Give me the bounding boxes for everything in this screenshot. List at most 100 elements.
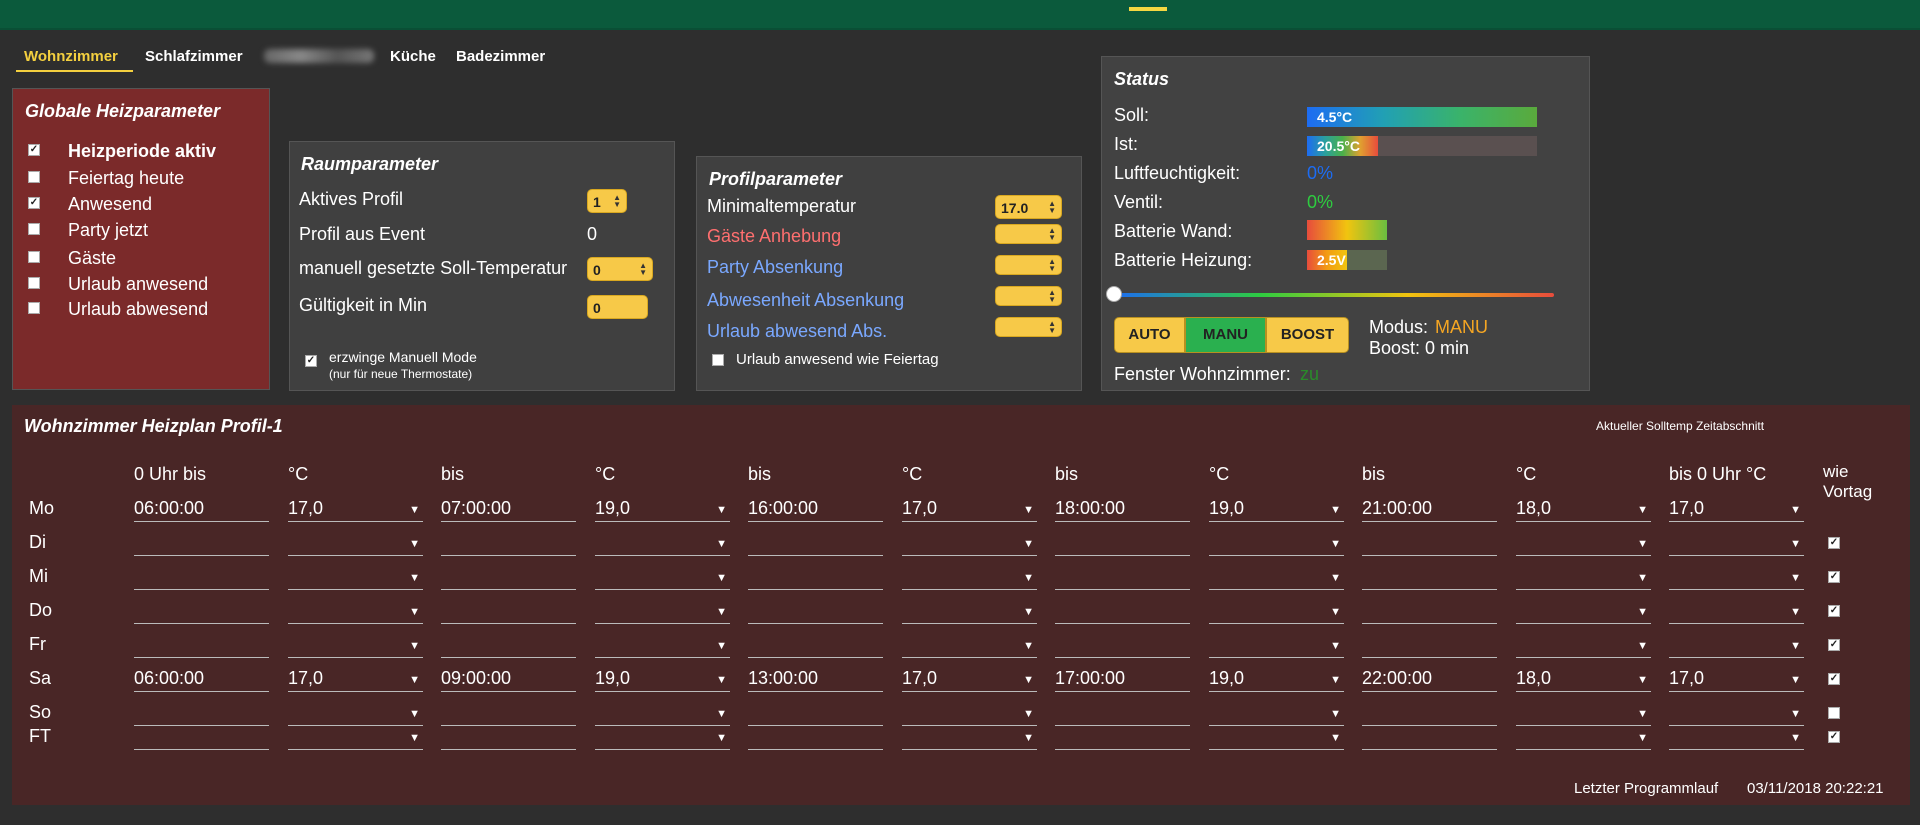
schedule-temp-select[interactable]: ▼: [1669, 702, 1804, 726]
vacation-holiday-checkbox[interactable]: [712, 354, 724, 366]
tab-kueche[interactable]: Küche: [390, 48, 436, 65]
schedule-temp-select[interactable]: ▼: [595, 634, 730, 658]
schedule-time-input[interactable]: [1055, 726, 1190, 750]
active-profile-select[interactable]: 1 ▲ ▼: [587, 189, 627, 213]
schedule-temp-select[interactable]: ▼: [902, 532, 1037, 556]
schedule-time-input[interactable]: [748, 566, 883, 590]
schedule-time-input[interactable]: [1362, 702, 1497, 726]
force-manual-checkbox[interactable]: ✓: [305, 355, 317, 367]
schedule-temp-select[interactable]: ▼: [902, 566, 1037, 590]
same-as-previous-day-checkbox[interactable]: ✓: [1828, 571, 1840, 583]
absence-lower-select[interactable]: ▲ ▼: [995, 286, 1062, 306]
schedule-time-input[interactable]: [134, 566, 269, 590]
global-param-checkbox[interactable]: ✓: [28, 197, 40, 209]
party-lower-select[interactable]: ▲ ▼: [995, 255, 1062, 275]
schedule-temp-select[interactable]: ▼: [1209, 702, 1344, 726]
schedule-time-input[interactable]: 18:00:00: [1055, 498, 1190, 522]
global-param-checkbox[interactable]: [28, 251, 40, 263]
blurred-tab[interactable]: [264, 49, 374, 63]
schedule-time-input[interactable]: [1362, 532, 1497, 556]
boost-button[interactable]: BOOST: [1266, 317, 1349, 353]
same-as-previous-day-checkbox[interactable]: ✓: [1828, 673, 1840, 685]
schedule-temp-select[interactable]: ▼: [1516, 726, 1651, 750]
same-as-previous-day-checkbox[interactable]: [1828, 707, 1840, 719]
schedule-time-input[interactable]: [1362, 600, 1497, 624]
schedule-time-input[interactable]: [1055, 634, 1190, 658]
schedule-time-input[interactable]: [1055, 532, 1190, 556]
schedule-time-input[interactable]: [441, 702, 576, 726]
global-param-checkbox[interactable]: [28, 302, 40, 314]
schedule-temp-select[interactable]: ▼: [1669, 726, 1804, 750]
schedule-time-input[interactable]: [134, 634, 269, 658]
schedule-time-input[interactable]: 07:00:00: [441, 498, 576, 522]
schedule-time-input[interactable]: 21:00:00: [1362, 498, 1497, 522]
schedule-time-input[interactable]: [134, 532, 269, 556]
schedule-temp-select[interactable]: ▼: [1669, 634, 1804, 658]
schedule-temp-select[interactable]: ▼: [1209, 726, 1344, 750]
same-as-previous-day-checkbox[interactable]: ✓: [1828, 605, 1840, 617]
schedule-temp-select[interactable]: ▼: [902, 726, 1037, 750]
schedule-time-input[interactable]: [134, 600, 269, 624]
schedule-temp-select[interactable]: ▼: [288, 566, 423, 590]
schedule-temp-select[interactable]: ▼: [902, 702, 1037, 726]
schedule-temp-select[interactable]: ▼: [1669, 566, 1804, 590]
guest-raise-select[interactable]: ▲ ▼: [995, 224, 1062, 244]
global-param-checkbox[interactable]: [28, 223, 40, 235]
schedule-temp-select[interactable]: 18,0 ▼: [1516, 668, 1651, 692]
schedule-temp-select[interactable]: 17,0 ▼: [902, 498, 1037, 522]
schedule-time-input[interactable]: [134, 726, 269, 750]
schedule-temp-select[interactable]: 17,0 ▼: [288, 668, 423, 692]
validity-input[interactable]: 0: [587, 295, 648, 319]
min-temp-select[interactable]: 17.0 ▲ ▼: [995, 195, 1062, 219]
vacation-away-select[interactable]: ▲ ▼: [995, 317, 1062, 337]
schedule-time-input[interactable]: [1055, 600, 1190, 624]
schedule-temp-select[interactable]: ▼: [1669, 600, 1804, 624]
schedule-temp-select[interactable]: 17,0 ▼: [1669, 668, 1804, 692]
schedule-temp-select[interactable]: ▼: [1516, 600, 1651, 624]
schedule-temp-select[interactable]: ▼: [1516, 634, 1651, 658]
schedule-temp-select[interactable]: ▼: [288, 726, 423, 750]
schedule-temp-select[interactable]: ▼: [902, 634, 1037, 658]
schedule-time-input[interactable]: [1362, 566, 1497, 590]
schedule-temp-select[interactable]: 17,0 ▼: [1669, 498, 1804, 522]
schedule-temp-select[interactable]: ▼: [1209, 532, 1344, 556]
schedule-time-input[interactable]: [1055, 702, 1190, 726]
schedule-temp-select[interactable]: ▼: [288, 634, 423, 658]
schedule-temp-select[interactable]: ▼: [1209, 634, 1344, 658]
schedule-time-input[interactable]: 06:00:00: [134, 668, 269, 692]
schedule-temp-select[interactable]: 18,0 ▼: [1516, 498, 1651, 522]
manu-button[interactable]: MANU: [1185, 317, 1266, 353]
schedule-time-input[interactable]: 13:00:00: [748, 668, 883, 692]
schedule-time-input[interactable]: [748, 532, 883, 556]
schedule-temp-select[interactable]: ▼: [1516, 532, 1651, 556]
schedule-temp-select[interactable]: ▼: [595, 566, 730, 590]
schedule-temp-select[interactable]: 19,0 ▼: [1209, 498, 1344, 522]
schedule-time-input[interactable]: [748, 634, 883, 658]
same-as-previous-day-checkbox[interactable]: ✓: [1828, 731, 1840, 743]
schedule-temp-select[interactable]: ▼: [288, 702, 423, 726]
tab-badezimmer[interactable]: Badezimmer: [456, 48, 545, 65]
schedule-time-input[interactable]: [441, 726, 576, 750]
tab-wohnzimmer[interactable]: Wohnzimmer: [24, 48, 118, 65]
schedule-temp-select[interactable]: ▼: [1669, 532, 1804, 556]
schedule-temp-select[interactable]: ▼: [595, 702, 730, 726]
schedule-time-input[interactable]: 22:00:00: [1362, 668, 1497, 692]
schedule-time-input[interactable]: 06:00:00: [134, 498, 269, 522]
schedule-time-input[interactable]: [134, 702, 269, 726]
schedule-temp-select[interactable]: ▼: [902, 600, 1037, 624]
schedule-time-input[interactable]: [1055, 566, 1190, 590]
schedule-temp-select[interactable]: ▼: [595, 726, 730, 750]
schedule-temp-select[interactable]: ▼: [288, 532, 423, 556]
schedule-temp-select[interactable]: 19,0 ▼: [595, 498, 730, 522]
global-param-checkbox[interactable]: ✓: [28, 144, 40, 156]
schedule-temp-select[interactable]: ▼: [1516, 702, 1651, 726]
global-param-checkbox[interactable]: [28, 277, 40, 289]
schedule-time-input[interactable]: [748, 600, 883, 624]
schedule-temp-select[interactable]: 17,0 ▼: [902, 668, 1037, 692]
temperature-slider-thumb[interactable]: [1106, 286, 1122, 302]
schedule-time-input[interactable]: [748, 726, 883, 750]
schedule-temp-select[interactable]: 19,0 ▼: [1209, 668, 1344, 692]
tab-schlafzimmer[interactable]: Schlafzimmer: [145, 48, 243, 65]
manual-setpoint-select[interactable]: 0 ▲ ▼: [587, 257, 653, 281]
schedule-time-input[interactable]: [441, 634, 576, 658]
